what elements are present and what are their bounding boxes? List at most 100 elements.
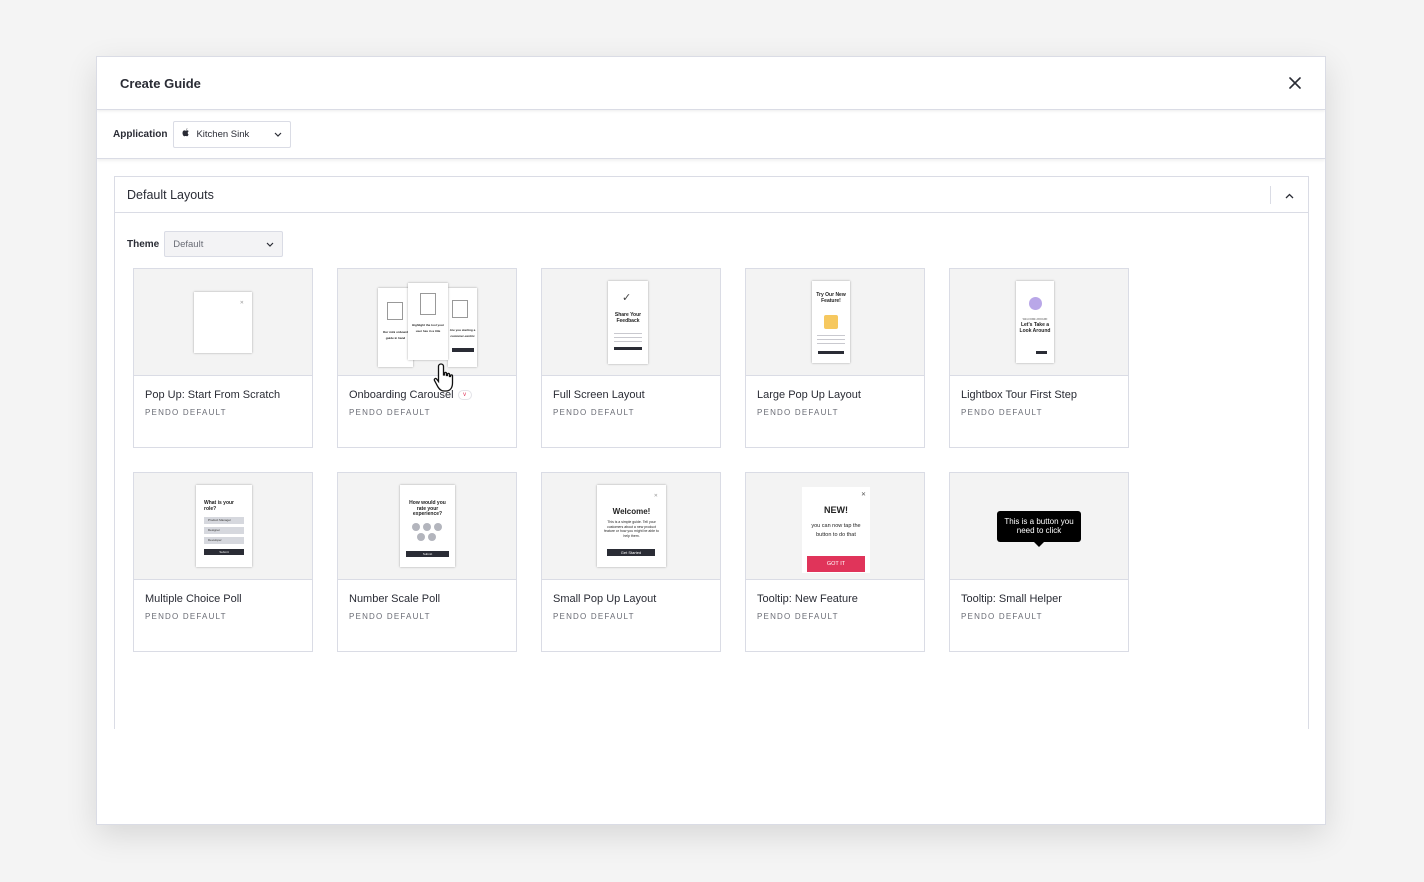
preview-heading: How would you rate your experience? [409,500,446,517]
slide-text: Are you starting a customer-centric [449,328,476,338]
preview-heading: NEW! [824,505,848,515]
layout-thumbnail: WELCOME ABOARD Let's Take a Look Around [950,269,1128,376]
preview-heading: Let's Take a Look Around [1019,322,1051,334]
full-screen-preview: ✓ Share Your Feedback [608,281,648,364]
layout-thumbnail: ✕ [134,269,312,376]
card-subtitle: PENDO DEFAULT [961,408,1043,417]
layout-grid: ✕ Pop Up: Start From Scratch PENDO DEFAU… [133,268,1129,652]
card-subtitle: PENDO DEFAULT [553,408,635,417]
illustration [387,302,403,320]
poll-submit: Submit [204,549,244,555]
card-subtitle: PENDO DEFAULT [145,408,227,417]
layout-card-small-popup[interactable]: ✕ Welcome! This is a simple guide. Tell … [541,472,721,652]
card-title: Multiple Choice Poll [145,593,242,605]
preview-heading: Welcome! [612,507,651,516]
preview-button [614,347,642,350]
tooltip-helper-preview: This is a button you need to click [997,511,1081,547]
slide-button [452,348,474,352]
apple-icon [182,128,190,140]
theme-row: Theme Default [115,213,1308,263]
layout-thumbnail: ✕ NEW! you can now tap the button to do … [746,473,924,580]
layout-card-tooltip-small-helper[interactable]: This is a button you need to click Toolt… [949,472,1129,652]
layout-card-large-popup[interactable]: Try Our New Feature! Large Pop Up Layout… [745,268,925,448]
theme-selected: Default [173,238,204,250]
layout-thumbnail: ✕ Welcome! This is a simple guide. Tell … [542,473,720,580]
card-title: Large Pop Up Layout [757,389,861,401]
poll-submit: Submit [406,551,449,557]
text-line [614,333,642,334]
preview-heading: What is your role? [204,500,235,512]
poll-option: Developer [204,537,244,544]
poll-preview: What is your role? Product Manager Desig… [196,485,252,567]
rating-dot [412,523,420,531]
blank-popup-preview: ✕ [194,292,252,353]
layout-card-lightbox-tour[interactable]: WELCOME ABOARD Let's Take a Look Around … [949,268,1129,448]
lightbox-preview: WELCOME ABOARD Let's Take a Look Around [1016,281,1054,363]
illustration [1029,297,1042,310]
checkmark-icon: ✓ [622,292,632,304]
card-subtitle: PENDO DEFAULT [757,612,839,621]
illustration [824,315,838,329]
modal-title: Create Guide [120,75,201,91]
text-line [817,335,845,336]
small-popup-preview: ✕ Welcome! This is a simple guide. Tell … [597,485,666,567]
layout-card-onboarding-carousel[interactable]: Our mini onboard guide in hand Are you s… [337,268,517,448]
hand-cursor-icon [433,363,454,392]
carousel-slide-preview: Are you starting a customer-centric [448,288,477,367]
rating-dot [417,533,425,541]
panel-header: Default Layouts [115,177,1308,213]
card-subtitle: PENDO DEFAULT [757,408,839,417]
rating-dot [428,533,436,541]
theme-select[interactable]: Default [164,231,284,257]
slide-text: Highlight the tool your user has in a ti… [412,323,444,333]
carousel-slide-preview: Highlight the tool your user has in a ti… [408,283,448,360]
application-select[interactable]: Kitchen Sink [173,120,292,148]
chevron-up-icon [1285,186,1294,204]
poll-option: Designer [204,527,244,534]
modal-header: Create Guide [97,57,1325,110]
close-icon: ✕ [239,300,244,306]
card-title: Onboarding Carousel v [338,376,516,402]
card-title: Full Screen Layout [553,389,645,401]
card-subtitle: PENDO DEFAULT [349,408,431,417]
layout-thumbnail: ✓ Share Your Feedback [542,269,720,376]
theme-label: Theme [127,238,160,250]
card-title: Tooltip: New Feature [757,593,858,605]
chevron-down-icon [266,239,274,250]
card-title: Small Pop Up Layout [553,593,657,605]
layout-card-full-screen[interactable]: ✓ Share Your Feedback Full Screen Layout… [541,268,721,448]
modal-body: Default Layouts Theme Default ✕ Pop Up: … [97,160,1325,824]
layout-card-number-scale-poll[interactable]: How would you rate your experience? Subm… [337,472,517,652]
close-icon[interactable] [1287,75,1303,91]
application-row: Application Kitchen Sink [97,110,1325,159]
layout-card-tooltip-new-feature[interactable]: ✕ NEW! you can now tap the button to do … [745,472,925,652]
preview-body: you can now tap the button to do that [811,523,861,538]
rating-dot [423,523,431,531]
default-layouts-panel: Default Layouts Theme Default ✕ Pop Up: … [114,176,1309,736]
layout-thumbnail: This is a button you need to click [950,473,1128,580]
card-subtitle: PENDO DEFAULT [349,612,431,621]
poll-option: Product Manager [204,517,244,524]
poll-preview: How would you rate your experience? Subm… [400,485,455,567]
preview-button [1036,351,1047,354]
text-line [614,341,642,342]
text-line [817,339,845,340]
layout-card-multiple-choice-poll[interactable]: What is your role? Product Manager Desig… [133,472,313,652]
chevron-down-icon [274,129,282,140]
create-guide-modal: Create Guide Application Kitchen Sink De… [96,56,1326,825]
layout-card-popup-scratch[interactable]: ✕ Pop Up: Start From Scratch PENDO DEFAU… [133,268,313,448]
illustration [420,293,436,315]
application-selected: Kitchen Sink [196,128,250,140]
card-subtitle: PENDO DEFAULT [145,612,227,621]
rating-scale [412,523,444,543]
text-line [817,343,845,344]
panel-title: Default Layouts [127,187,214,202]
card-title: Lightbox Tour First Step [961,389,1077,401]
tooltip-preview: ✕ NEW! you can now tap the button to do … [802,487,870,573]
card-title: Pop Up: Start From Scratch [145,389,281,401]
preview-heading: Share Your Feedback [614,312,642,324]
preview-button: Get Started [607,549,655,556]
collapse-button[interactable] [1270,185,1308,204]
application-label: Application [113,128,168,140]
preview-heading: Try Our New Feature! [816,292,846,304]
